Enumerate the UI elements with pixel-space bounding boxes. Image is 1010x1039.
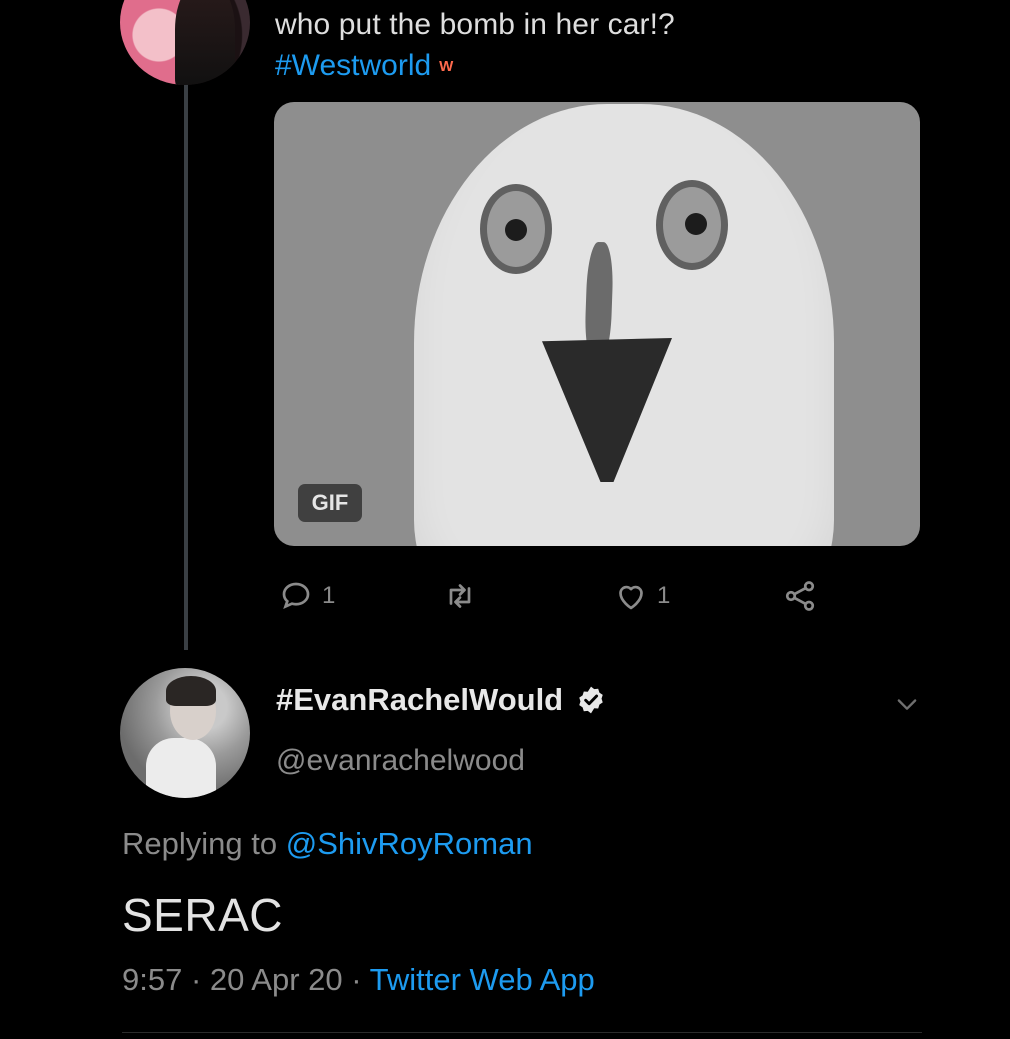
hashflag-icon: W (439, 58, 454, 76)
retweet-icon (449, 584, 471, 608)
user-handle[interactable]: @evanrachelwood (276, 744, 525, 778)
owl-eye-left (480, 184, 552, 274)
share-icon (785, 581, 815, 611)
tweet-meta: 9:57 · 20 Apr 20 · Twitter Web App (122, 962, 595, 997)
avatar[interactable] (120, 668, 250, 798)
tweet-source[interactable]: Twitter Web App (370, 962, 595, 997)
tweet-text: SERAC (122, 889, 283, 941)
thread-connector-line (184, 80, 188, 650)
owl-eye-right (656, 180, 728, 270)
display-name-text[interactable]: #EvanRachelWould (276, 682, 563, 718)
retweet-button[interactable] (442, 576, 486, 616)
hashtag-text[interactable]: #Westworld (275, 49, 431, 82)
display-name[interactable]: #EvanRachelWould (276, 682, 607, 718)
replying-to: Replying to @ShivRoyRoman (122, 826, 533, 862)
verified-badge-icon (579, 686, 603, 714)
avatar[interactable] (120, 0, 250, 85)
tweet-text: who put the bomb in her car!? (275, 8, 675, 41)
divider (122, 1032, 922, 1033)
share-button[interactable] (782, 576, 818, 616)
like-icon (619, 585, 643, 610)
mention-link[interactable]: @ShivRoyRoman (286, 826, 533, 861)
like-button[interactable]: 1 (613, 576, 670, 616)
reply-count: 1 (322, 582, 336, 609)
reply-button[interactable]: 1 (278, 576, 335, 616)
owl-image (414, 104, 834, 546)
hashtag-link[interactable]: #Westworld W (275, 46, 453, 87)
reply-icon (282, 582, 310, 609)
tweet-time[interactable]: 9:57 (122, 962, 182, 997)
gif-badge: GIF (298, 484, 362, 522)
chevron-down-icon[interactable] (893, 690, 921, 718)
like-count: 1 (657, 582, 671, 609)
gif-media[interactable]: GIF (274, 102, 920, 546)
tweet-date[interactable]: 20 Apr 20 (210, 962, 343, 997)
replying-prefix: Replying to (122, 826, 286, 861)
